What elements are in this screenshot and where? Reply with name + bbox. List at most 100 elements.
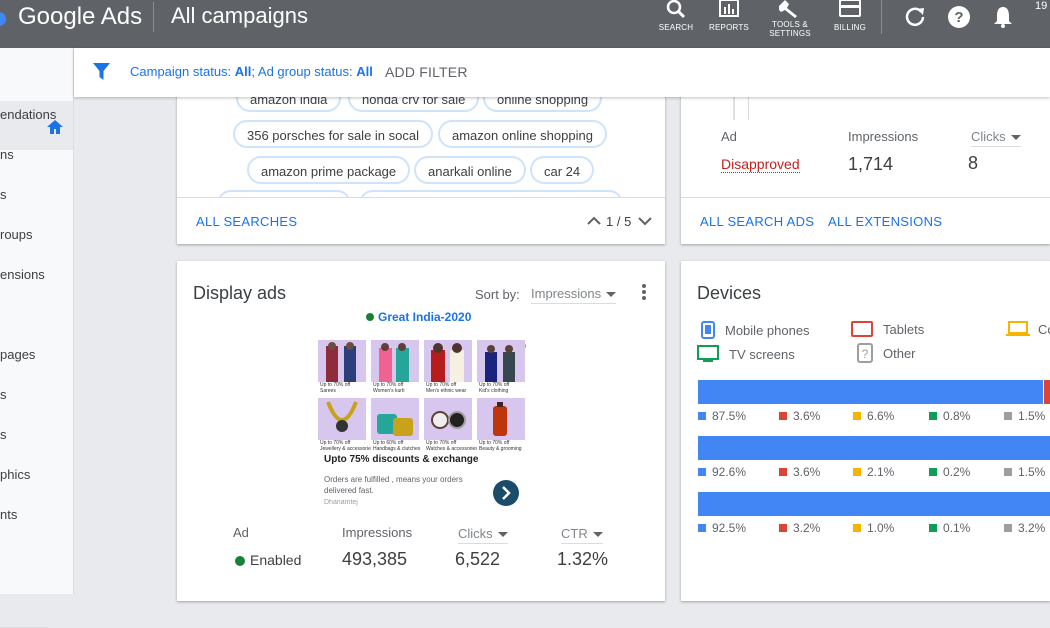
device-percent-other: 1.5% bbox=[1004, 465, 1045, 479]
reports-tool-button[interactable]: REPORTS bbox=[699, 0, 759, 44]
ad-status: Enabled bbox=[235, 552, 301, 568]
product-image bbox=[424, 398, 472, 440]
google-ads-logo[interactable] bbox=[0, 12, 6, 26]
all-searches-link[interactable]: ALL SEARCHES bbox=[196, 214, 297, 229]
device-percent-tv-screens: 0.8% bbox=[929, 409, 970, 423]
legend-swatch bbox=[929, 468, 937, 476]
bar-segment-mobile-phones bbox=[698, 492, 1050, 516]
percent-value: 2.1% bbox=[867, 465, 895, 479]
tools-settings-button[interactable]: TOOLS & SETTINGS bbox=[760, 0, 820, 44]
search-chip-cut[interactable] bbox=[359, 190, 623, 197]
nav-item-demographics[interactable]: phics bbox=[0, 467, 30, 482]
product-thumbnail: Up to 70% off Sarees bbox=[318, 340, 366, 396]
legend-swatch bbox=[853, 524, 861, 532]
reports-icon bbox=[719, 0, 739, 17]
dropdown-arrow-icon bbox=[592, 532, 603, 538]
product-thumbnail: Up to 70% off Jewellery & accessories bbox=[318, 398, 373, 454]
nav-item-landing-pages[interactable]: pages bbox=[0, 347, 35, 362]
search-chip[interactable]: amazon online shopping bbox=[438, 120, 607, 148]
search-tool-button[interactable]: SEARCH bbox=[646, 0, 706, 44]
clicks-label: Clicks bbox=[971, 129, 1006, 144]
campaign-name-text: Great India-2020 bbox=[378, 310, 472, 324]
header-divider-2 bbox=[881, 0, 882, 34]
ad-description: Orders are fulfilled , means your orders… bbox=[324, 475, 463, 495]
nav-item-ads-extensions-group[interactable]: roups bbox=[0, 227, 33, 242]
product-image bbox=[371, 340, 419, 382]
ctr-metric-dropdown[interactable]: CTR bbox=[561, 526, 603, 544]
search-chip[interactable]: amazon prime package bbox=[247, 156, 411, 184]
tools-label-line1: TOOLS & bbox=[772, 20, 808, 29]
campaign-status-label: Campaign status: bbox=[130, 64, 235, 79]
campaign-status-value: All bbox=[234, 64, 252, 79]
nav-item-extensions[interactable]: ensions bbox=[0, 267, 45, 282]
nav-item-campaigns[interactable]: ns bbox=[0, 147, 14, 162]
billing-tool-label: BILLING bbox=[833, 23, 867, 32]
devices-title: Devices bbox=[697, 283, 762, 303]
impressions-label: Impressions bbox=[848, 129, 919, 144]
legend-tv-screens[interactable]: TV screens bbox=[697, 345, 795, 363]
search-chip[interactable]: 356 porsches for sale in socal bbox=[233, 120, 433, 148]
thumb-caption: Up to 70% off Jewellery & accessories bbox=[320, 440, 374, 452]
clicks-metric-dropdown[interactable]: Clicks bbox=[458, 526, 508, 544]
add-filter-button[interactable]: ADD FILTER bbox=[385, 64, 468, 80]
filter-icon[interactable] bbox=[93, 63, 110, 81]
brand-name[interactable]: Google Ads bbox=[18, 4, 142, 30]
legend-label: Co bbox=[1038, 322, 1050, 337]
ad-advertiser: Dhanamtej bbox=[324, 499, 358, 506]
nav-item-recommendations[interactable]: endations bbox=[0, 107, 56, 122]
bar-segment-tablets bbox=[1042, 380, 1050, 404]
chevron-down-icon[interactable] bbox=[638, 216, 652, 226]
tools-label-line2: SETTINGS bbox=[769, 29, 811, 38]
clicks-metric-dropdown[interactable]: Clicks bbox=[971, 129, 1021, 147]
legend-other[interactable]: ? Other bbox=[857, 343, 916, 363]
percent-value: 6.6% bbox=[867, 409, 895, 423]
campaign-name[interactable]: Great India-2020 bbox=[366, 310, 471, 324]
display-ad-preview[interactable]: Up to 70% off Sarees Up to 70% off Women's… bbox=[318, 340, 529, 508]
clicks-label: Clicks bbox=[458, 526, 493, 541]
legend-computers[interactable]: Co bbox=[1006, 321, 1050, 337]
nav-item-keywords[interactable]: s bbox=[0, 387, 7, 402]
search-chip[interactable]: anarkali online bbox=[414, 156, 526, 184]
sort-by-dropdown[interactable]: Impressions bbox=[531, 286, 617, 304]
nav-item-audiences[interactable]: s bbox=[0, 427, 7, 442]
ctr-value: 1.32% bbox=[557, 549, 609, 569]
search-chip-cut[interactable] bbox=[217, 190, 351, 197]
device-percent-other: 1.5% bbox=[1004, 409, 1045, 423]
ad-status-disapproved[interactable]: Disapproved bbox=[721, 156, 800, 173]
billing-tool-button[interactable]: BILLING bbox=[820, 0, 880, 44]
refresh-icon[interactable] bbox=[903, 5, 927, 29]
sort-by-value: Impressions bbox=[531, 286, 602, 301]
all-extensions-link[interactable]: ALL EXTENSIONS bbox=[828, 214, 942, 229]
svg-text:?: ? bbox=[862, 347, 869, 361]
account-id-fragment[interactable]: 19 bbox=[1035, 0, 1047, 12]
device-percent-mobile-phones: 87.5% bbox=[698, 409, 746, 423]
impressions-label: Impressions bbox=[342, 525, 413, 540]
percent-value: 87.5% bbox=[712, 409, 747, 423]
legend-swatch bbox=[779, 524, 787, 532]
legend-tablets[interactable]: Tablets bbox=[851, 321, 924, 337]
search-icon bbox=[666, 0, 686, 19]
searches-pager: 1 / 5 bbox=[606, 214, 632, 229]
ad-label: Ad bbox=[721, 129, 737, 144]
device-share-bar[interactable] bbox=[698, 492, 1050, 516]
thumb-caption: Up to 70% off Men's ethnic wear bbox=[426, 382, 467, 394]
display-ads-title: Display ads bbox=[193, 283, 287, 303]
help-icon[interactable]: ? bbox=[947, 5, 971, 29]
notifications-bell-icon[interactable] bbox=[991, 5, 1015, 29]
ad-cta-arrow-icon[interactable] bbox=[492, 479, 520, 507]
device-share-bar[interactable] bbox=[698, 436, 1050, 460]
search-chip[interactable]: car 24 bbox=[530, 156, 595, 184]
filter-summary[interactable]: Campaign status: All; Ad group status: A… bbox=[130, 64, 373, 79]
chevron-up-icon[interactable] bbox=[587, 216, 601, 226]
nav-item-ad-groups[interactable]: s bbox=[0, 187, 7, 202]
percent-value: 92.5% bbox=[712, 521, 747, 535]
all-search-ads-link[interactable]: ALL SEARCH ADS bbox=[700, 214, 814, 229]
nav-item-placements[interactable]: nts bbox=[0, 507, 17, 522]
device-share-bar[interactable] bbox=[698, 380, 1050, 404]
legend-swatch bbox=[853, 412, 861, 420]
more-vert-icon[interactable] bbox=[641, 283, 647, 301]
legend-mobile-phones[interactable]: Mobile phones bbox=[701, 321, 810, 339]
mobile-phone-icon bbox=[701, 321, 715, 339]
billing-icon bbox=[839, 0, 861, 17]
product-thumbnail: Up to 70% off Beauty & grooming bbox=[477, 398, 525, 454]
